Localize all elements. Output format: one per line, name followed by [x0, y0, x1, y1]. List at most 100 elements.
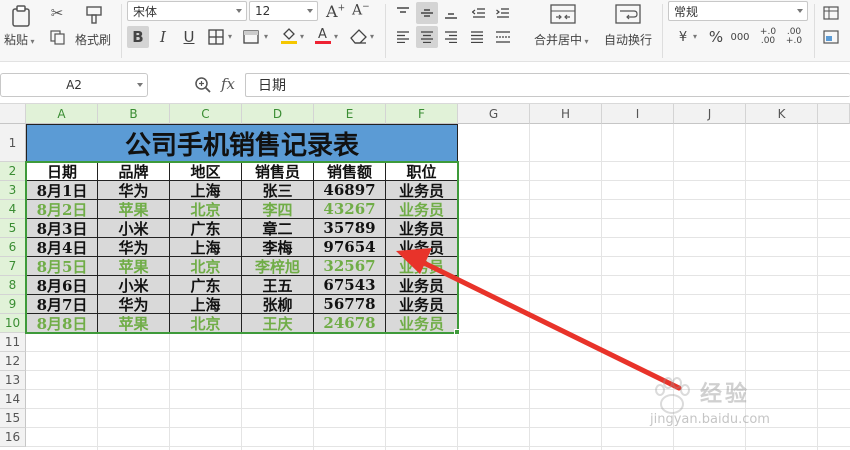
formula-input[interactable]: 日期	[245, 73, 850, 97]
align-top-icon[interactable]	[392, 2, 414, 24]
fill-color-dropdown-icon[interactable]: ▾	[300, 32, 304, 41]
table-cell[interactable]: 46897	[314, 181, 386, 200]
font-color-dropdown-icon[interactable]: ▾	[334, 32, 338, 41]
table-cell[interactable]: 业务员	[386, 295, 458, 314]
select-all-corner[interactable]	[0, 104, 26, 124]
table-cell[interactable]: 8月5日	[26, 257, 98, 276]
merge-center-button[interactable]: 合并居中 ▾	[534, 31, 589, 48]
wrap-text-icon[interactable]	[614, 3, 642, 25]
column-header-d[interactable]: D	[242, 104, 314, 124]
align-center-icon[interactable]	[416, 26, 438, 48]
format-painter-icon[interactable]	[83, 4, 105, 26]
table-cell[interactable]: 小米	[98, 219, 170, 238]
table-header-cell[interactable]: 销售额	[314, 162, 386, 181]
table-header-cell[interactable]: 品牌	[98, 162, 170, 181]
table-cell[interactable]: 华为	[98, 238, 170, 257]
column-header-c[interactable]: C	[170, 104, 242, 124]
row-header-6[interactable]: 6	[0, 238, 26, 257]
table-cell[interactable]: 35789	[314, 219, 386, 238]
row-header-5[interactable]: 5	[0, 219, 26, 238]
increase-font-size-icon[interactable]: A+	[326, 2, 345, 21]
percent-button[interactable]: %	[705, 26, 727, 48]
paste-button[interactable]: 粘贴 ▾	[4, 31, 35, 48]
table-header-cell[interactable]: 日期	[26, 162, 98, 181]
table-cell[interactable]: 8月6日	[26, 276, 98, 295]
table-cell[interactable]: 24678	[314, 314, 386, 333]
paste-icon[interactable]	[8, 4, 34, 28]
row-header-14[interactable]: 14	[0, 390, 26, 409]
column-header-h[interactable]: H	[530, 104, 602, 124]
table-cell[interactable]: 业务员	[386, 238, 458, 257]
table-cell[interactable]: 8月1日	[26, 181, 98, 200]
table-cell[interactable]: 43267	[314, 200, 386, 219]
table-header-cell[interactable]: 销售员	[242, 162, 314, 181]
table-cell[interactable]: 李梅	[242, 238, 314, 257]
underline-button[interactable]: U	[178, 26, 200, 48]
row-header-9[interactable]: 9	[0, 295, 26, 314]
table-cell[interactable]: 8月8日	[26, 314, 98, 333]
row-header-2[interactable]: 2	[0, 162, 26, 181]
table-cell[interactable]: 北京	[170, 257, 242, 276]
table-cell[interactable]: 业务员	[386, 219, 458, 238]
table-cell[interactable]: 苹果	[98, 314, 170, 333]
table-cell[interactable]: 业务员	[386, 200, 458, 219]
table-cell[interactable]: 章二	[242, 219, 314, 238]
cut-icon[interactable]: ✂	[47, 4, 67, 22]
table-cell[interactable]: 8月2日	[26, 200, 98, 219]
cell-style-dropdown-icon[interactable]: ▾	[264, 32, 268, 41]
row-header-4[interactable]: 4	[0, 200, 26, 219]
table-cell[interactable]: 苹果	[98, 200, 170, 219]
table-cell[interactable]: 李四	[242, 200, 314, 219]
merge-dropdown-icon[interactable]: ▾	[582, 37, 589, 46]
table-cell[interactable]: 广东	[170, 219, 242, 238]
table-cell[interactable]: 业务员	[386, 276, 458, 295]
number-format-select[interactable]: 常规	[668, 1, 808, 21]
fill-handle[interactable]	[454, 329, 460, 335]
paste-dropdown-icon[interactable]: ▾	[28, 37, 35, 46]
font-size-select[interactable]: 12	[249, 1, 318, 21]
column-header-i[interactable]: I	[602, 104, 674, 124]
borders-icon[interactable]	[205, 26, 227, 48]
cell-style-icon[interactable]	[240, 26, 262, 48]
table-cell[interactable]: 上海	[170, 181, 242, 200]
table-header-cell[interactable]: 地区	[170, 162, 242, 181]
align-middle-icon[interactable]	[416, 2, 438, 24]
wrap-text-button[interactable]: 自动换行	[604, 31, 652, 48]
table-cell[interactable]: 8月3日	[26, 219, 98, 238]
currency-dropdown-icon[interactable]: ▾	[693, 32, 697, 41]
table-cell[interactable]: 苹果	[98, 257, 170, 276]
currency-icon[interactable]: ¥	[672, 26, 694, 48]
column-header-a[interactable]: A	[26, 104, 98, 124]
table-cell[interactable]: 业务员	[386, 181, 458, 200]
increase-decimal-button[interactable]: +.0 .00	[757, 26, 779, 48]
table-cell[interactable]: 北京	[170, 314, 242, 333]
row-header-13[interactable]: 13	[0, 371, 26, 390]
clear-format-icon[interactable]	[348, 26, 370, 48]
fill-color-icon[interactable]	[278, 24, 300, 46]
table-cell[interactable]: 华为	[98, 181, 170, 200]
table-cell[interactable]: 小米	[98, 276, 170, 295]
table-cell[interactable]: 32567	[314, 257, 386, 276]
row-header-1[interactable]: 1	[0, 124, 26, 162]
table-cell[interactable]: 张柳	[242, 295, 314, 314]
column-header-f[interactable]: F	[386, 104, 458, 124]
name-box[interactable]: A2	[0, 73, 148, 97]
align-right-icon[interactable]	[440, 26, 462, 48]
column-header-e[interactable]: E	[314, 104, 386, 124]
conditional-format-icon[interactable]	[820, 26, 842, 48]
align-left-icon[interactable]	[392, 26, 414, 48]
row-header-3[interactable]: 3	[0, 181, 26, 200]
increase-indent-icon[interactable]	[492, 2, 514, 24]
row-header-10[interactable]: 10	[0, 314, 26, 333]
table-cell[interactable]: 王五	[242, 276, 314, 295]
table-cell[interactable]: 北京	[170, 200, 242, 219]
bold-button[interactable]: B	[127, 26, 149, 48]
align-bottom-icon[interactable]	[440, 2, 462, 24]
row-header-8[interactable]: 8	[0, 276, 26, 295]
distributed-align-icon[interactable]	[492, 26, 514, 48]
column-header-b[interactable]: B	[98, 104, 170, 124]
column-header-k[interactable]: K	[746, 104, 818, 124]
format-painter-button[interactable]: 格式刷	[75, 31, 111, 48]
font-color-icon[interactable]: A	[312, 24, 334, 46]
column-header-j[interactable]: J	[674, 104, 746, 124]
